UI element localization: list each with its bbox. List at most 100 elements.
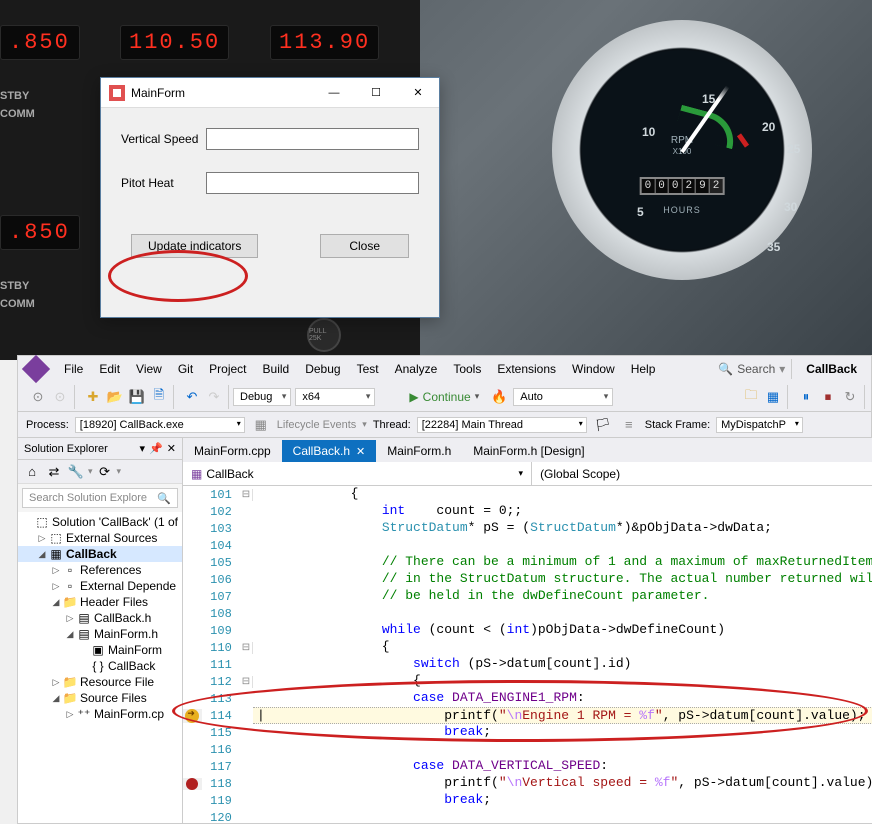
rpm-gauge: RPMX100 5 10 15 20 25 30 35 000292 HOURS: [552, 20, 812, 280]
continue-button[interactable]: ▶Continue▾: [403, 388, 485, 406]
file-tab[interactable]: MainForm.h [Design]: [462, 440, 595, 462]
file-tab[interactable]: CallBack.h✕: [282, 440, 377, 462]
play-icon: ▶: [409, 390, 418, 404]
tree-item[interactable]: ▷▤CallBack.h: [18, 610, 182, 626]
tree-item[interactable]: ▷▫External Depende: [18, 578, 182, 594]
stack-icon[interactable]: ≡: [619, 415, 639, 435]
label-comm-1: COMM: [0, 108, 35, 120]
led-freq-3: 113.90: [270, 25, 379, 60]
dropdown-icon[interactable]: ▾: [140, 442, 146, 455]
stack-dropdown[interactable]: MyDispatchP: [716, 417, 803, 433]
led-freq-1: .850: [0, 25, 80, 60]
tree-item[interactable]: ▷▫References: [18, 562, 182, 578]
minimize-button[interactable]: —: [313, 78, 355, 107]
nav-bar: ▦CallBack▾ (Global Scope): [183, 462, 872, 486]
menu-project[interactable]: Project: [201, 359, 254, 379]
tree-item[interactable]: ◢📁Source Files: [18, 690, 182, 706]
mainform-titlebar[interactable]: MainForm — ☐ ✕: [101, 78, 439, 108]
tree-item[interactable]: { }CallBack: [18, 658, 182, 674]
menu-window[interactable]: Window: [564, 359, 623, 379]
solution-search[interactable]: Search Solution Explore 🔍: [22, 488, 178, 508]
undo-button[interactable]: ↶: [182, 387, 202, 407]
pause-button[interactable]: ⏸: [796, 387, 816, 407]
menu-view[interactable]: View: [128, 359, 170, 379]
vs-search[interactable]: 🔍Search▾: [718, 362, 785, 376]
solution-toolbar: ⌂ ⇄ 🔧 ▾ ⟳ ▾: [18, 460, 182, 484]
label-stby-1: STBY: [0, 90, 29, 102]
close-panel-icon[interactable]: ✕: [167, 442, 176, 455]
tree-item[interactable]: ⬚Solution 'CallBack' (1 of: [18, 514, 182, 530]
tick-30: 30: [784, 200, 797, 214]
menu-help[interactable]: Help: [623, 359, 664, 379]
maximize-button[interactable]: ☐: [355, 78, 397, 107]
menu-file[interactable]: File: [56, 359, 91, 379]
flag-icon[interactable]: 🏳: [593, 415, 613, 435]
restart-button[interactable]: ↻: [840, 387, 860, 407]
tree-item[interactable]: ▣MainForm: [18, 642, 182, 658]
nav-fwd-button[interactable]: ⊙: [50, 387, 70, 407]
menu-build[interactable]: Build: [255, 359, 298, 379]
menu-analyze[interactable]: Analyze: [387, 359, 446, 379]
tree-item[interactable]: ◢📁Header Files: [18, 594, 182, 610]
mainform-app-icon: [109, 85, 125, 101]
sol-home-icon[interactable]: ⌂: [22, 462, 42, 482]
pin-icon[interactable]: 📌: [149, 442, 163, 455]
menu-extensions[interactable]: Extensions: [489, 359, 564, 379]
tree-item[interactable]: ▷📁Resource File: [18, 674, 182, 690]
tick-20: 20: [762, 120, 775, 134]
sol-sync-icon[interactable]: 🔧: [66, 462, 86, 482]
menu-git[interactable]: Git: [170, 359, 201, 379]
redo-button[interactable]: ↷: [204, 387, 224, 407]
platform-dropdown[interactable]: x64: [295, 388, 375, 406]
tree-item[interactable]: ◢▦CallBack: [18, 546, 182, 562]
search-icon: 🔍: [718, 362, 733, 376]
vs-logo-icon: [22, 355, 50, 383]
gauge-odometer: 000292: [640, 177, 725, 195]
tick-5: 5: [637, 205, 644, 219]
lifecycle-icon[interactable]: ▦: [251, 415, 271, 435]
sol-refresh-icon[interactable]: ⟳: [95, 462, 115, 482]
close-tab-icon[interactable]: ✕: [356, 445, 365, 458]
sol-switch-icon[interactable]: ⇄: [44, 462, 64, 482]
stop-button[interactable]: ⏹: [818, 387, 838, 407]
save-all-button[interactable]: 🗎: [149, 387, 169, 407]
nav-project-dropdown[interactable]: ▦CallBack▾: [183, 462, 532, 485]
menu-edit[interactable]: Edit: [91, 359, 128, 379]
gauge-redline: [737, 133, 749, 147]
led-freq-4: .850: [0, 215, 80, 250]
code-editor[interactable]: 101⊟102103104105106107108109110⊟111112⊟1…: [183, 486, 872, 823]
tb-icon-2[interactable]: ▦: [763, 387, 783, 407]
close-window-button[interactable]: ✕: [397, 78, 439, 107]
open-button[interactable]: 📂: [105, 387, 125, 407]
tree-item[interactable]: ◢▤MainForm.h: [18, 626, 182, 642]
tree-item[interactable]: ▷⁺⁺MainForm.cp: [18, 706, 182, 722]
nav-scope-dropdown[interactable]: (Global Scope): [532, 462, 872, 485]
nav-back-button[interactable]: ⊙: [28, 387, 48, 407]
vs-toolbar: ⊙ ⊙ ✚ 📂 💾 🗎 ↶ ↷ Debug x64 ▶Continue▾ 🔥 A…: [18, 382, 871, 412]
solution-tree: ⬚Solution 'CallBack' (1 of▷⬚External Sou…: [18, 512, 182, 823]
file-tab[interactable]: MainForm.cpp: [183, 440, 282, 462]
tb-icon-1[interactable]: 🗀: [741, 387, 761, 407]
menu-tools[interactable]: Tools: [445, 359, 489, 379]
file-tab[interactable]: MainForm.h: [376, 440, 462, 462]
update-indicators-button[interactable]: Update indicators: [131, 234, 258, 258]
stack-label: Stack Frame:: [645, 419, 710, 431]
config-dropdown[interactable]: Debug: [233, 388, 291, 406]
vs-debug-toolbar: Process: [18920] CallBack.exe ▦ Lifecycl…: [18, 412, 871, 438]
menu-debug[interactable]: Debug: [297, 359, 348, 379]
editor-area: MainForm.cppCallBack.h✕MainForm.hMainFor…: [183, 438, 872, 823]
hot-reload-button[interactable]: 🔥: [489, 387, 509, 407]
pitot-input[interactable]: [206, 172, 419, 194]
solution-explorer-title: Solution Explorer ▾📌✕: [18, 438, 182, 460]
menu-test[interactable]: Test: [349, 359, 387, 379]
close-button[interactable]: Close: [320, 234, 409, 258]
pull-25k-button[interactable]: PULL 25K: [307, 318, 341, 352]
thread-dropdown[interactable]: [22284] Main Thread: [417, 417, 587, 433]
save-button[interactable]: 💾: [127, 387, 147, 407]
process-dropdown[interactable]: [18920] CallBack.exe: [75, 417, 245, 433]
auto-dropdown[interactable]: Auto: [513, 388, 613, 406]
tree-item[interactable]: ▷⬚External Sources: [18, 530, 182, 546]
vspeed-input[interactable]: [206, 128, 419, 150]
pitot-label: Pitot Heat: [121, 176, 206, 190]
new-file-button[interactable]: ✚: [83, 387, 103, 407]
